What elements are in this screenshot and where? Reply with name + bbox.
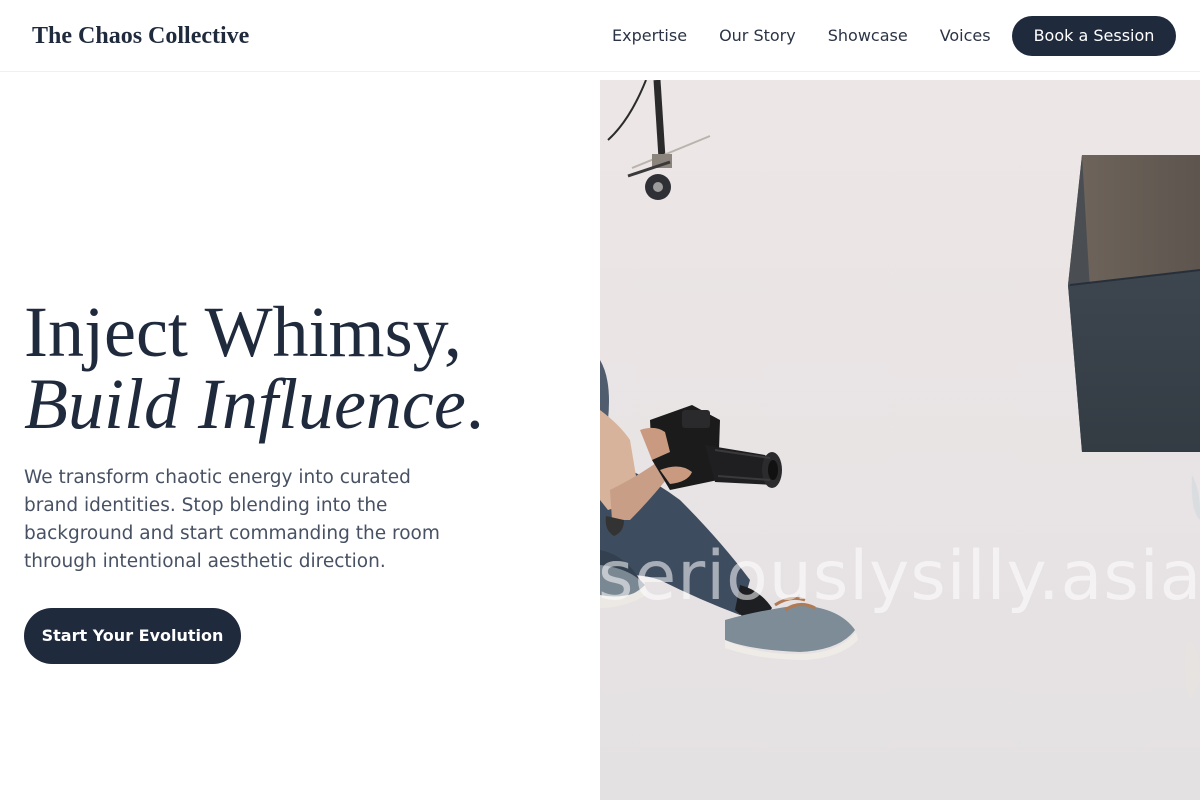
hero-subtitle: We transform chaotic energy into curated… [24,467,440,572]
nav-link-voices[interactable]: Voices [940,24,991,48]
start-evolution-button[interactable]: Start Your Evolution [24,608,241,664]
site-header: The Chaos Collective Expertise Our Story… [0,0,1200,72]
nav-link-showcase[interactable]: Showcase [828,24,908,48]
hero-title-line-1: Inject Whimsy, [24,292,462,372]
hero-title-period: . [465,364,484,444]
brand-logo[interactable]: The Chaos Collective [32,20,249,52]
hero-title-line-2: Build Influence. [24,368,484,440]
nav-link-our-story[interactable]: Our Story [719,24,796,48]
photographer-illustration [600,80,1200,800]
nav-link-expertise[interactable]: Expertise [612,24,687,48]
main-nav: Expertise Our Story Showcase Voices [612,24,991,48]
hero-title-italic: Build Influence [24,364,466,444]
studio-box-shape [1068,155,1200,452]
hero-photo: seriouslysilly.asia [600,80,1200,800]
book-session-button[interactable]: Book a Session [1012,16,1176,56]
image-watermark: seriouslysilly.asia [600,537,1200,616]
hero-title: Inject Whimsy, Build Influence. [24,296,484,440]
